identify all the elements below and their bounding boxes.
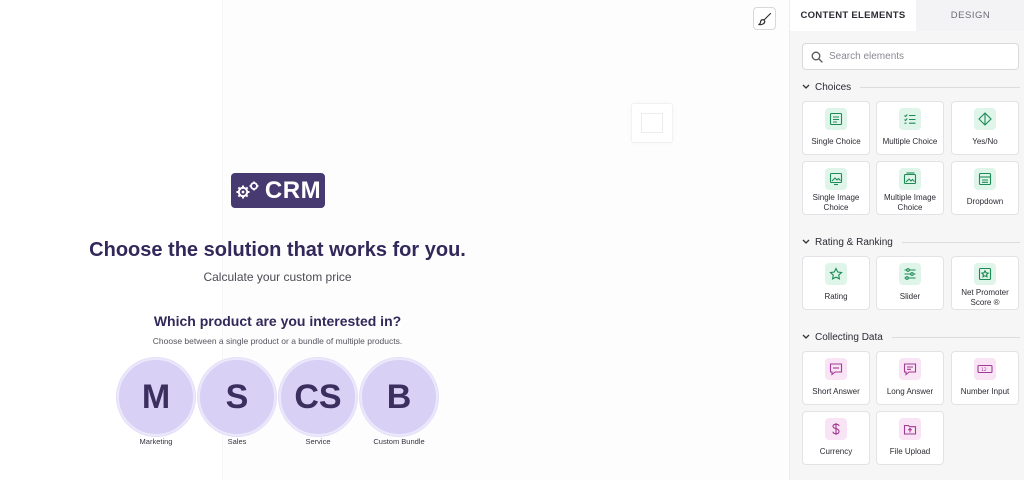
form-headline[interactable]: Choose the solution that works for you. xyxy=(60,239,495,262)
element-nps[interactable]: Net Promoter Score ® xyxy=(951,256,1019,310)
section-divider xyxy=(860,86,1020,88)
choice-circle: S xyxy=(198,358,276,436)
crm-logo: CRM xyxy=(231,173,325,208)
search-icon xyxy=(811,51,823,63)
star-icon xyxy=(825,263,847,285)
section-header-rating[interactable]: Rating & Ranking xyxy=(802,235,1020,249)
svg-text:12: 12 xyxy=(981,367,987,373)
choice-marketing[interactable]: M Marketing xyxy=(117,358,195,446)
element-multiple-image-choice[interactable]: Multiple Image Choice xyxy=(876,161,944,215)
long-answer-icon xyxy=(899,358,921,380)
element-slider[interactable]: Slider xyxy=(876,256,944,310)
element-single-choice[interactable]: Single Choice xyxy=(802,101,870,155)
chevron-down-icon xyxy=(802,334,810,339)
yes-no-icon xyxy=(974,108,996,130)
gears-icon xyxy=(236,181,259,198)
number-input-icon: 12 xyxy=(974,358,996,380)
choice-label: Marketing xyxy=(139,437,173,446)
product-choices: M Marketing S Sales CS Service B Custom … xyxy=(117,358,439,448)
choice-sales[interactable]: S Sales xyxy=(198,358,276,446)
choice-label: Service xyxy=(305,437,331,446)
choice-circle: M xyxy=(117,358,195,436)
tab-content-elements[interactable]: CONTENT ELEMENTS xyxy=(790,0,916,31)
single-image-icon xyxy=(825,168,847,190)
section-divider xyxy=(901,241,1020,243)
slider-icon xyxy=(899,263,921,285)
form-subheadline[interactable]: Calculate your custom price xyxy=(60,270,495,284)
single-choice-icon xyxy=(825,108,847,130)
multiple-image-icon xyxy=(899,168,921,190)
chevron-down-icon xyxy=(802,239,810,244)
paint-brush-icon xyxy=(757,12,771,25)
question-hint[interactable]: Choose between a single product or a bun… xyxy=(60,336,495,346)
short-answer-icon xyxy=(825,358,847,380)
element-file-upload[interactable]: File Upload xyxy=(876,411,944,465)
search-box xyxy=(802,43,1019,70)
element-yes-no[interactable]: Yes/No xyxy=(951,101,1019,155)
dropdown-icon xyxy=(974,168,996,190)
choice-label: Custom Bundle xyxy=(373,437,425,446)
element-multiple-choice[interactable]: Multiple Choice xyxy=(876,101,944,155)
multiple-choice-icon xyxy=(899,108,921,130)
section-title: Choices xyxy=(815,81,852,93)
elements-sidebar: CONTENT ELEMENTS DESIGN Choices Single C… xyxy=(789,0,1024,480)
paint-brush-button[interactable] xyxy=(753,7,776,30)
section-title: Collecting Data xyxy=(815,331,883,343)
section-divider xyxy=(891,336,1020,338)
form-builder: CRM Choose the solution that works for y… xyxy=(0,0,1024,480)
section-header-choices[interactable]: Choices xyxy=(802,80,1020,94)
element-short-answer[interactable]: Short Answer xyxy=(802,351,870,405)
element-number-input[interactable]: 12 Number Input xyxy=(951,351,1019,405)
form-canvas: CRM Choose the solution that works for y… xyxy=(0,0,789,480)
nps-icon xyxy=(974,263,996,285)
chevron-down-icon xyxy=(802,84,810,89)
sidebar-tabs: CONTENT ELEMENTS DESIGN xyxy=(790,0,1024,31)
section-header-collecting[interactable]: Collecting Data xyxy=(802,330,1020,344)
element-currency[interactable]: Currency xyxy=(802,411,870,465)
choice-service[interactable]: CS Service xyxy=(279,358,357,446)
question-title[interactable]: Which product are you interested in? xyxy=(60,313,495,329)
search-input[interactable] xyxy=(829,51,1009,62)
element-dropdown[interactable]: Dropdown xyxy=(951,161,1019,215)
dollar-icon xyxy=(825,418,847,440)
choice-label: Sales xyxy=(227,437,247,446)
file-upload-icon xyxy=(899,418,921,440)
choice-circle: B xyxy=(360,358,438,436)
choice-circle: CS xyxy=(279,358,357,436)
choice-custom-bundle[interactable]: B Custom Bundle xyxy=(360,358,438,446)
section-title: Rating & Ranking xyxy=(815,236,893,248)
element-long-answer[interactable]: Long Answer xyxy=(876,351,944,405)
tab-design[interactable]: DESIGN xyxy=(916,0,1024,31)
placeholder-block[interactable] xyxy=(631,103,673,143)
logo-text: CRM xyxy=(264,176,322,204)
element-rating[interactable]: Rating xyxy=(802,256,870,310)
element-single-image-choice[interactable]: Single Image Choice xyxy=(802,161,870,215)
